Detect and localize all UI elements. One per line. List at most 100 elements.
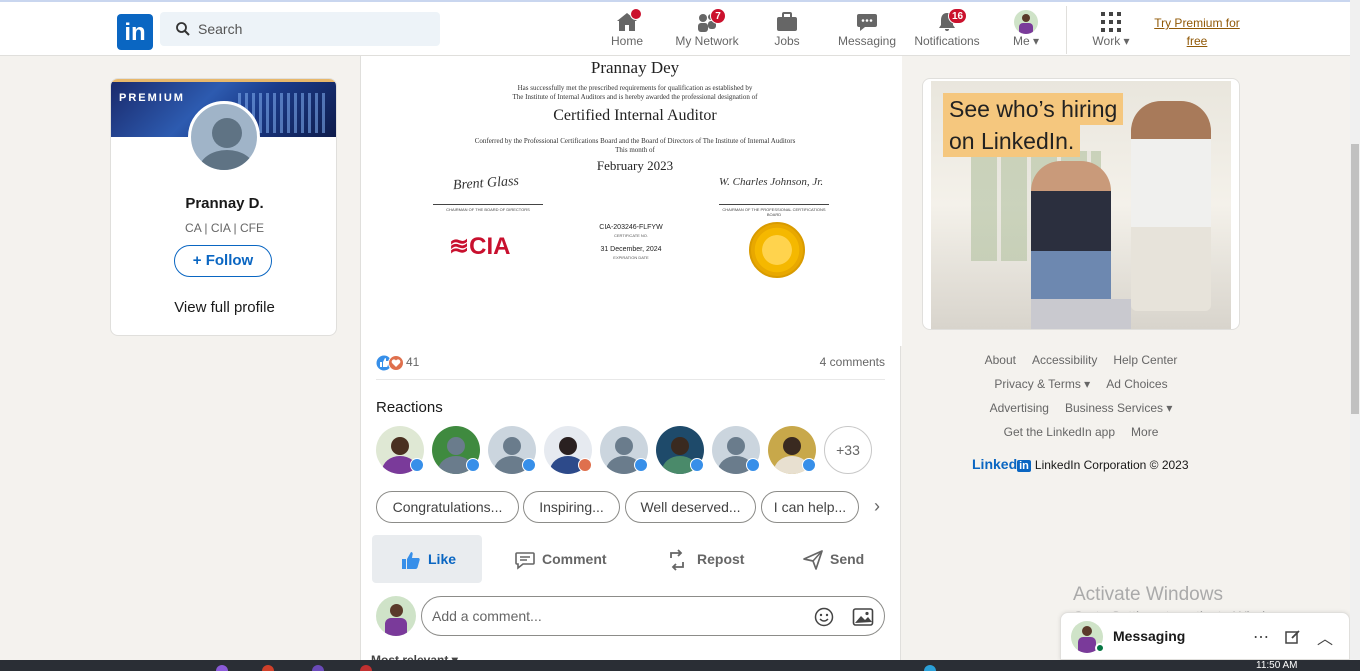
repost-label: Repost [697,551,745,567]
iia-seal-icon [749,222,805,278]
comment-button[interactable]: Comment [502,535,612,583]
emoji-icon[interactable] [814,607,834,627]
search-input[interactable] [198,12,428,46]
nav-notifications[interactable]: 16 Notifications [912,8,982,54]
author-profile-card: PREMIUM Prannay D. CA | CIA | CFE + Foll… [110,78,337,336]
home-dot-badge [630,8,642,20]
footer-more[interactable]: More [1131,425,1158,439]
repost-button[interactable]: Repost [652,535,762,583]
activate-windows-title: Activate Windows [1073,584,1223,605]
love-badge-icon [578,458,592,472]
sig-caption-right: CHAIRMAN OF THE PROFESSIONAL CERTIFICATI… [722,207,826,217]
nav-me[interactable]: Me ▾ [1008,8,1044,54]
messaging-title: Messaging [1113,628,1186,644]
footer-help-center[interactable]: Help Center [1113,353,1177,367]
cert-number: CIA-203246-FLFYW [599,224,663,231]
image-icon[interactable] [852,607,874,627]
taskbar-app-icon[interactable] [312,665,324,671]
cert-number-label: CERTIFICATE NO. [613,233,649,238]
ad-image: See who’s hiring on LinkedIn. [931,81,1231,329]
footer-business-services[interactable]: Business Services ▾ [1065,401,1172,415]
taskbar-clock: 11:50 AM [1256,660,1298,671]
nav-my-network-label: My Network [675,34,739,48]
thumbs-up-icon [402,552,420,569]
chevron-up-icon[interactable]: ︿ [1317,625,1333,649]
more-reactors-button[interactable]: +33 [824,426,872,474]
chip-well-deserved[interactable]: Well deserved... [625,491,756,523]
view-full-profile-link[interactable]: View full profile [111,299,336,316]
comment-label: Comment [542,551,607,567]
current-user-avatar [376,596,416,636]
chip-congratulations[interactable]: Congratulations... [376,491,519,523]
comment-input[interactable] [432,597,802,635]
like-badge-icon [802,458,816,472]
premium-line2: free [1186,34,1208,48]
premium-line1: Try Premium for [1154,16,1240,30]
linkedin-logo[interactable]: in [117,14,153,50]
signature-right: W. Charles Johnson, Jr. [719,176,824,188]
page-scrollbar[interactable] [1350,0,1360,660]
reaction-count[interactable]: 41 [406,355,419,369]
cia-logo: ≋CIA [449,232,510,261]
taskbar-app-icon[interactable] [216,665,228,671]
briefcase-icon [777,12,797,31]
search-bar[interactable] [160,12,440,46]
messaging-overlay[interactable]: Messaging ⋯ ︿ [1060,612,1350,660]
nav-home[interactable]: Home [606,8,648,54]
network-badge: 7 [710,8,726,24]
chevron-right-icon[interactable]: › [874,491,888,523]
footer-ad-choices[interactable]: Ad Choices [1106,377,1167,391]
taskbar-app-icon[interactable] [924,665,936,671]
footer-privacy-terms[interactable]: Privacy & Terms ▾ [994,377,1090,391]
taskbar-app-icon[interactable] [360,665,372,671]
love-reaction-icon [388,355,404,371]
like-button[interactable]: Like [372,535,482,583]
more-options-icon[interactable]: ⋯ [1253,627,1269,647]
footer-get-app[interactable]: Get the LinkedIn app [1004,425,1115,439]
chip-i-can-help[interactable]: I can help... [761,491,859,523]
nav-my-network[interactable]: 7 My Network [672,8,742,54]
me-avatar [1014,10,1038,34]
cert-expiry-label: EXPIRATION DATE [613,255,649,260]
follow-button[interactable]: + Follow [174,245,272,277]
nav-home-label: Home [610,34,643,48]
caret-down-icon: ▾ [1123,34,1130,48]
profile-avatar[interactable] [188,101,260,173]
sig-line-right [719,204,829,205]
ad-line1: See who’s hiring [943,93,1124,125]
caret-down-icon: ▾ [1032,34,1040,48]
try-premium-link[interactable]: Try Premium for free [1150,14,1244,50]
notifications-badge: 16 [948,8,968,24]
nav-jobs[interactable]: Jobs [770,8,804,54]
like-badge-icon [522,458,536,472]
sig-line-left [433,204,543,205]
footer-advertising[interactable]: Advertising [990,401,1049,415]
like-badge-icon [746,458,760,472]
footer-accessibility[interactable]: Accessibility [1032,353,1097,367]
taskbar-app-icon[interactable] [262,665,274,671]
cert-line4: This month of [615,146,655,154]
post-actions: Like Comment Repost Send [372,535,892,583]
profile-name[interactable]: Prannay D. [111,195,336,212]
send-icon [803,550,823,570]
ad-card[interactable]: See who’s hiring on LinkedIn. [922,78,1240,330]
global-nav: in Home 7 My Network Jobs Messaging 16 N… [0,0,1350,56]
social-counts: 41 4 comments [376,354,885,380]
footer-about[interactable]: About [985,353,1016,367]
nav-messaging[interactable]: Messaging [836,8,898,54]
chat-icon [857,14,877,31]
cert-line2: The Institute of Internal Auditors and i… [512,93,758,101]
send-button[interactable]: Send [792,535,892,583]
scrollbar-thumb[interactable] [1351,144,1359,414]
cia-emblem-icon: ≋ [449,233,470,260]
chip-inspiring[interactable]: Inspiring... [523,491,620,523]
nav-divider [1066,6,1067,54]
comment-box[interactable] [421,596,885,636]
comments-count[interactable]: 4 comments [820,355,885,369]
compose-icon[interactable] [1285,629,1301,645]
repost-icon [670,549,684,571]
nav-work[interactable]: Work ▾ [1088,8,1134,54]
footer-links: About Accessibility Help Center Privacy & … [922,348,1240,444]
certificate-image[interactable]: Prannay Dey Has successfully met the pre… [361,56,902,346]
like-badge-icon [690,458,704,472]
